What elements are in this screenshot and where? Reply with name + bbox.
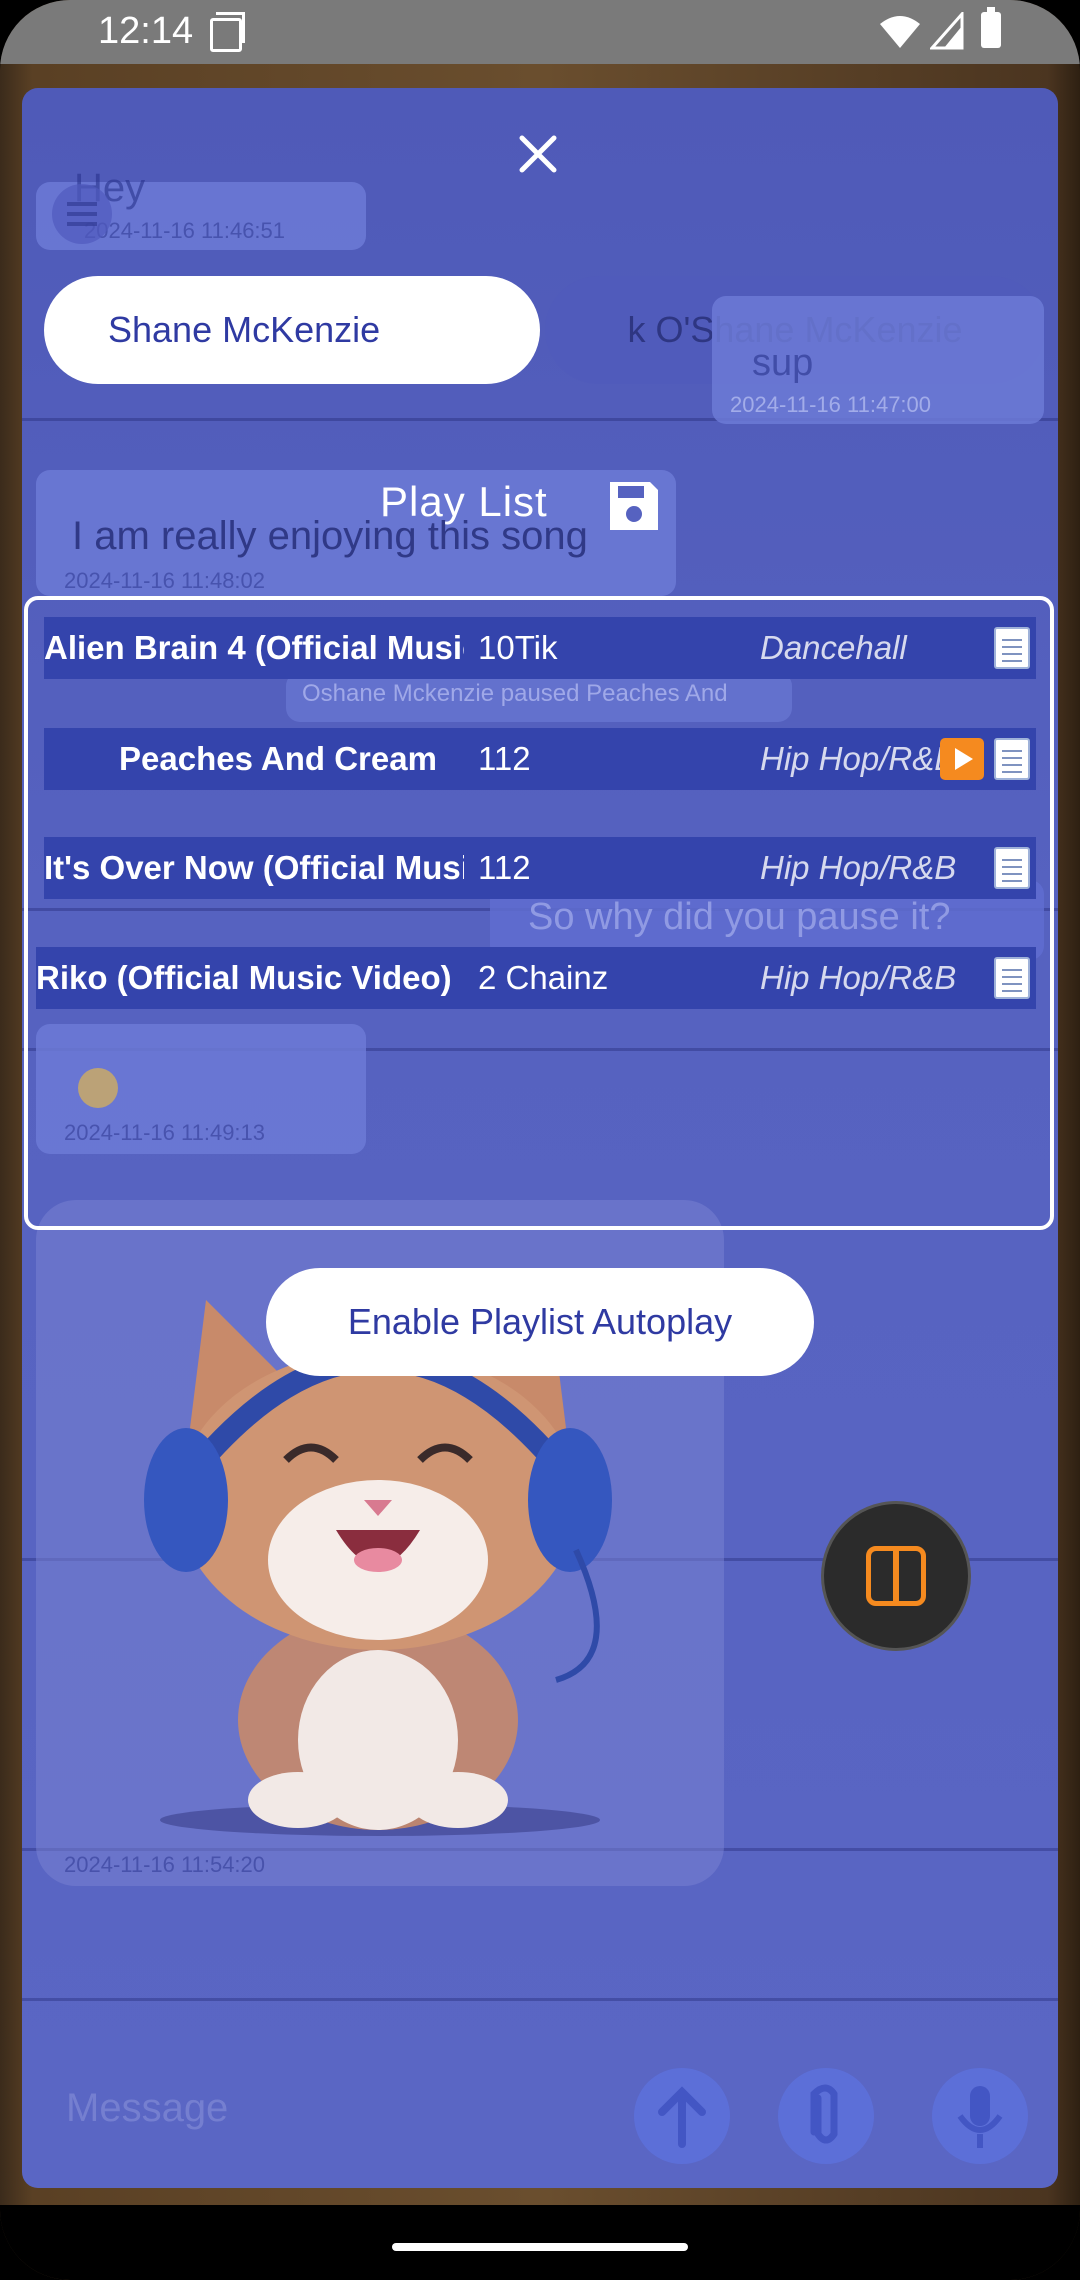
playlist-list: [24, 596, 1054, 1230]
arrow-up-icon: [658, 2086, 706, 2148]
attach-button[interactable]: [778, 2068, 874, 2164]
song-title: Riko (Official Music Video): [36, 959, 452, 996]
user-name-pill: Shane McKenzie: [44, 276, 540, 384]
song-title: Alien Brain 4 (Official Music Video): [44, 629, 464, 666]
song-genre: Hip Hop/R&B: [760, 959, 957, 996]
home-indicator[interactable]: [392, 2243, 688, 2251]
chat-timestamp: 2024-11-16 11:46:51: [84, 218, 286, 243]
signal-icon: [930, 12, 964, 50]
playlist-row[interactable]: Riko (Official Music Video) 2 Chainz Hip…: [36, 947, 1036, 1009]
song-artist: 2 Chainz: [478, 959, 609, 996]
chat-message-text: sup: [752, 342, 814, 384]
pause-button[interactable]: [824, 1504, 968, 1648]
close-icon[interactable]: [514, 130, 562, 178]
enable-autoplay-button[interactable]: Enable Playlist Autoplay: [266, 1268, 814, 1376]
phone-screen: 12:14 Hey 2024-11-16 11:46:51 k O'Shane …: [0, 0, 1080, 2280]
playlist-row[interactable]: Alien Brain 4 (Official Music Video) 10T…: [44, 617, 1036, 679]
microphone-icon: [957, 2086, 1003, 2148]
song-title: It's Over Now (Official Music Video): [44, 849, 464, 886]
save-icon[interactable]: [606, 478, 662, 534]
song-title: Peaches And Cream: [119, 740, 437, 777]
playlist-row[interactable]: Peaches And Cream 112 Hip Hop/R&B: [44, 728, 1036, 790]
wifi-icon: [880, 16, 920, 48]
battery-icon: [981, 7, 1001, 48]
playlist-title: Play List: [380, 478, 548, 525]
paperclip-icon: [810, 2084, 838, 2144]
song-genre: Hip Hop/R&B: [760, 849, 957, 886]
playlist-row[interactable]: It's Over Now (Official Music Video) 112…: [44, 837, 1036, 899]
play-icon[interactable]: [940, 738, 984, 780]
lyrics-icon[interactable]: [994, 738, 1030, 780]
song-artist: 112: [478, 740, 531, 777]
screenshot-icon-front: [210, 18, 242, 52]
chat-timestamp: 2024-11-16 11:48:02: [64, 568, 266, 593]
voice-button[interactable]: [932, 2068, 1028, 2164]
pause-icon: [866, 1546, 926, 1606]
chat-timestamp: 2024-11-16 11:54:20: [64, 1852, 266, 1877]
user-name: Shane McKenzie: [108, 309, 381, 350]
message-input[interactable]: Message: [66, 2086, 228, 2131]
menu-icon[interactable]: [52, 184, 112, 244]
clock: 12:14: [98, 10, 194, 52]
chat-timestamp: 2024-11-16 11:47:00: [730, 392, 932, 417]
status-bar: 12:14: [0, 0, 1080, 64]
song-artist: 10Tik: [478, 629, 558, 666]
send-button[interactable]: [634, 2068, 730, 2164]
lyrics-icon[interactable]: [994, 627, 1030, 669]
lyrics-icon[interactable]: [994, 847, 1030, 889]
lyrics-icon[interactable]: [994, 957, 1030, 999]
song-artist: 112: [478, 849, 531, 886]
song-genre: Dancehall: [760, 629, 907, 666]
